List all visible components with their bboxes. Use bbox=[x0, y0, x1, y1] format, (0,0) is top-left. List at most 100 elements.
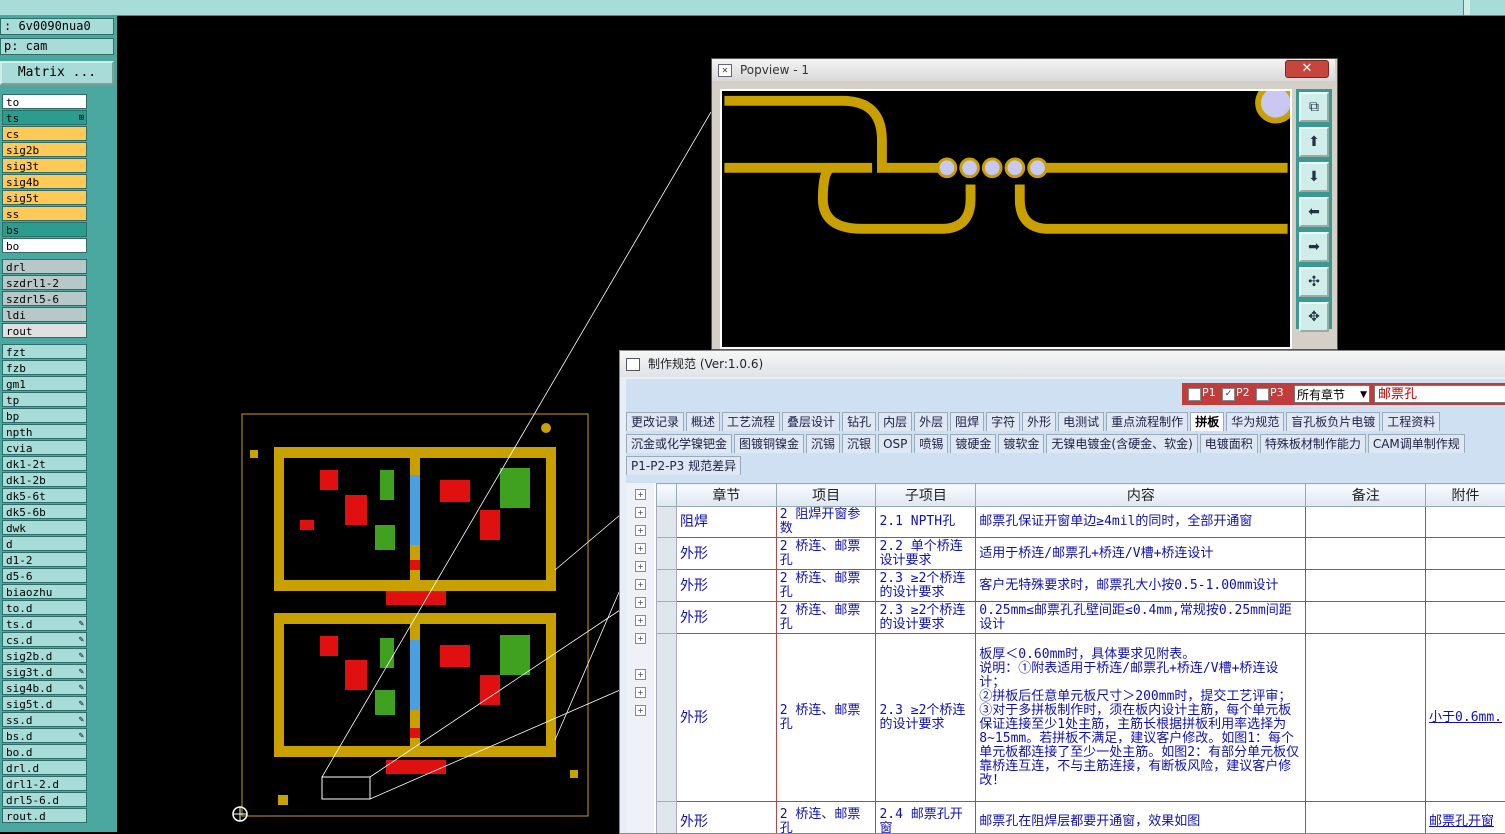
table-cell: 邮票孔在阻焊层都要开通窗，效果如图 bbox=[976, 802, 1306, 834]
spec-titlebar[interactable]: 制作规范 (Ver:1.0.6) bbox=[620, 351, 1505, 377]
spec-table: + + + + + + + + + + + + 章节项目子项目内容备注附件 阻焊2 阻焊开窗参数2.1… bbox=[626, 483, 1505, 833]
popview-window: ✕ Popview - 1 ✕ ⧉ ⬆ ⬇ ⬅ ➡ ✣ ✥ bbox=[711, 58, 1338, 350]
column-header[interactable]: 备注 bbox=[1306, 484, 1426, 507]
p1-checkbox[interactable] bbox=[1188, 388, 1201, 401]
tab-item[interactable]: 喷锡 bbox=[914, 434, 948, 453]
search-input[interactable]: 邮票孔 bbox=[1374, 385, 1505, 403]
attachment-link[interactable]: 小于0.6mm. bbox=[1429, 710, 1502, 725]
table-row[interactable]: 外形2 桥连、邮票孔2.3 ≥2个桥连的设计要求板厚＜0.60mm时，具体要求见… bbox=[657, 634, 1505, 802]
expand-icon[interactable]: + bbox=[635, 669, 646, 680]
tab-item[interactable]: 外层 bbox=[914, 412, 948, 431]
table-row[interactable]: 外形2 桥连、邮票孔2.2 单个桥连设计要求适用于桥连/邮票孔+桥连/V槽+桥连… bbox=[657, 538, 1505, 570]
pan-up-icon[interactable]: ⬆ bbox=[1299, 127, 1329, 157]
expand-icon[interactable]: + bbox=[635, 561, 646, 572]
table-row[interactable]: 外形2 桥连、邮票孔2.4 邮票孔开窗邮票孔在阻焊层都要开通窗，效果如图邮票孔开… bbox=[657, 802, 1505, 834]
p2-checkbox[interactable]: ✓ bbox=[1222, 388, 1235, 401]
tab-item[interactable]: 电镀面积 bbox=[1200, 434, 1258, 453]
row-selector[interactable] bbox=[657, 507, 677, 538]
pan-left-icon[interactable]: ⬅ bbox=[1299, 197, 1329, 227]
table-cell bbox=[1426, 507, 1505, 538]
expand-icon[interactable]: + bbox=[635, 489, 646, 500]
tab-item[interactable]: 阻焊 bbox=[950, 412, 984, 431]
close-button[interactable]: ✕ bbox=[1285, 60, 1329, 78]
row-selector[interactable] bbox=[657, 634, 677, 802]
chapter-select[interactable]: 所有章节▼ bbox=[1294, 385, 1370, 403]
table-row[interactable]: 阻焊2 阻焊开窗参数2.1 NPTH孔邮票孔保证开窗单边≥4mil的同时，全部开… bbox=[657, 507, 1505, 538]
table-cell: 小于0.6mm. bbox=[1426, 634, 1505, 802]
mid-rail-parts bbox=[386, 591, 446, 605]
tab-item[interactable]: 无镍电镀金(含硬金、软金) bbox=[1046, 434, 1197, 453]
table-cell bbox=[1306, 538, 1426, 570]
popview-canvas[interactable] bbox=[720, 89, 1292, 349]
column-header[interactable]: 子项目 bbox=[876, 484, 976, 507]
row-selector[interactable] bbox=[657, 570, 677, 602]
tab-item[interactable]: 盲孔板负片电镀 bbox=[1286, 412, 1380, 431]
tab-item[interactable]: 工艺流程 bbox=[722, 412, 780, 431]
p3-checkbox[interactable] bbox=[1256, 388, 1269, 401]
tab-item[interactable]: 概述 bbox=[686, 412, 720, 431]
pan-right-icon[interactable]: ➡ bbox=[1299, 232, 1329, 262]
filter-bar: P1 ✓ P2 P3 所有章节▼ 邮票孔 bbox=[1182, 383, 1505, 405]
expand-icon[interactable]: + bbox=[635, 597, 646, 608]
column-header[interactable]: 内容 bbox=[976, 484, 1306, 507]
table-row[interactable]: 外形2 桥连、邮票孔2.3 ≥2个桥连的设计要求客户无特殊要求时，邮票孔大小按0… bbox=[657, 570, 1505, 602]
expand-icon[interactable]: + bbox=[635, 525, 646, 536]
zoom-out-icon[interactable]: ✣ bbox=[1299, 267, 1329, 297]
popview-titlebar[interactable]: ✕ Popview - 1 ✕ bbox=[712, 59, 1335, 81]
corner-pad bbox=[1258, 89, 1292, 121]
tab-item[interactable]: 叠层设计 bbox=[782, 412, 840, 431]
p2-label: P2 bbox=[1236, 386, 1250, 399]
expand-icon[interactable]: + bbox=[635, 543, 646, 554]
tab-item[interactable]: CAM调单制作规 bbox=[1368, 434, 1465, 453]
tab-item[interactable]: 镀硬金 bbox=[950, 434, 996, 453]
attachment-link[interactable]: 邮票孔开窗 bbox=[1429, 814, 1494, 829]
table-cell: 2.3 ≥2个桥连的设计要求 bbox=[876, 634, 976, 802]
tab-item[interactable]: 外形 bbox=[1022, 412, 1056, 431]
tab-item[interactable]: P1-P2-P3 规范差异 bbox=[626, 456, 741, 475]
table-cell: 2 桥连、邮票孔 bbox=[776, 570, 876, 602]
expand-icon[interactable]: + bbox=[635, 687, 646, 698]
spec-grid: 章节项目子项目内容备注附件 阻焊2 阻焊开窗参数2.1 NPTH孔邮票孔保证开窗… bbox=[656, 483, 1505, 833]
expand-icon[interactable]: + bbox=[635, 705, 646, 716]
table-cell: 外形 bbox=[676, 570, 776, 602]
row-selector[interactable] bbox=[657, 538, 677, 570]
tab-item[interactable]: OSP bbox=[878, 434, 912, 453]
row-selector[interactable] bbox=[657, 802, 677, 834]
table-row[interactable]: 外形2 桥连、邮票孔2.3 ≥2个桥连的设计要求0.25mm≤邮票孔孔壁间距≤0… bbox=[657, 602, 1505, 634]
tab-item[interactable]: 图镀铜镍金 bbox=[734, 434, 804, 453]
column-header[interactable]: 项目 bbox=[776, 484, 876, 507]
table-cell: 客户无特殊要求时，邮票孔大小按0.5-1.00mm设计 bbox=[976, 570, 1306, 602]
expand-icon[interactable]: + bbox=[635, 507, 646, 518]
tab-item[interactable]: 沉锡 bbox=[806, 434, 840, 453]
tab-item[interactable]: 重点流程制作 bbox=[1106, 412, 1188, 431]
table-cell: 板厚＜0.60mm时，具体要求见附表。 说明：①附表适用于桥连/邮票孔+桥连/V… bbox=[976, 634, 1306, 802]
tab-item[interactable]: 沉金或化学镍钯金 bbox=[626, 434, 732, 453]
tab-item[interactable]: 电测试 bbox=[1058, 412, 1104, 431]
row-selector[interactable] bbox=[657, 602, 677, 634]
column-header[interactable]: 章节 bbox=[676, 484, 776, 507]
expand-icon[interactable]: + bbox=[635, 615, 646, 626]
zoom-in-icon[interactable]: ✥ bbox=[1299, 302, 1329, 332]
tab-item[interactable]: 特殊板材制作能力 bbox=[1260, 434, 1366, 453]
pan-down-icon[interactable]: ⬇ bbox=[1299, 162, 1329, 192]
row-selector-header[interactable] bbox=[657, 484, 677, 507]
tab-item[interactable]: 沉银 bbox=[842, 434, 876, 453]
tab-item[interactable]: 镀软金 bbox=[998, 434, 1044, 453]
expand-icon[interactable]: + bbox=[635, 633, 646, 644]
tab-item[interactable]: 钻孔 bbox=[842, 412, 876, 431]
table-cell: 2.3 ≥2个桥连的设计要求 bbox=[876, 570, 976, 602]
bridge-lower bbox=[410, 640, 420, 710]
tab-item[interactable]: 更改记录 bbox=[626, 412, 684, 431]
zoom-fit-icon[interactable]: ⧉ bbox=[1299, 92, 1329, 122]
tab-item[interactable]: 华为规范 bbox=[1226, 412, 1284, 431]
tab-item[interactable]: 字符 bbox=[986, 412, 1020, 431]
tab-item[interactable]: 拼板 bbox=[1190, 412, 1224, 431]
expand-icon[interactable]: + bbox=[635, 579, 646, 590]
tab-item[interactable]: 工程资料 bbox=[1382, 412, 1440, 431]
tab-item[interactable]: 内层 bbox=[878, 412, 912, 431]
table-cell: 0.25mm≤邮票孔孔壁间距≤0.4mm,常规按0.25mm间距设计 bbox=[976, 602, 1306, 634]
column-header[interactable]: 附件 bbox=[1426, 484, 1505, 507]
table-cell bbox=[1306, 570, 1426, 602]
table-cell: 邮票孔开窗 bbox=[1426, 802, 1505, 834]
p1-label: P1 bbox=[1202, 386, 1216, 399]
